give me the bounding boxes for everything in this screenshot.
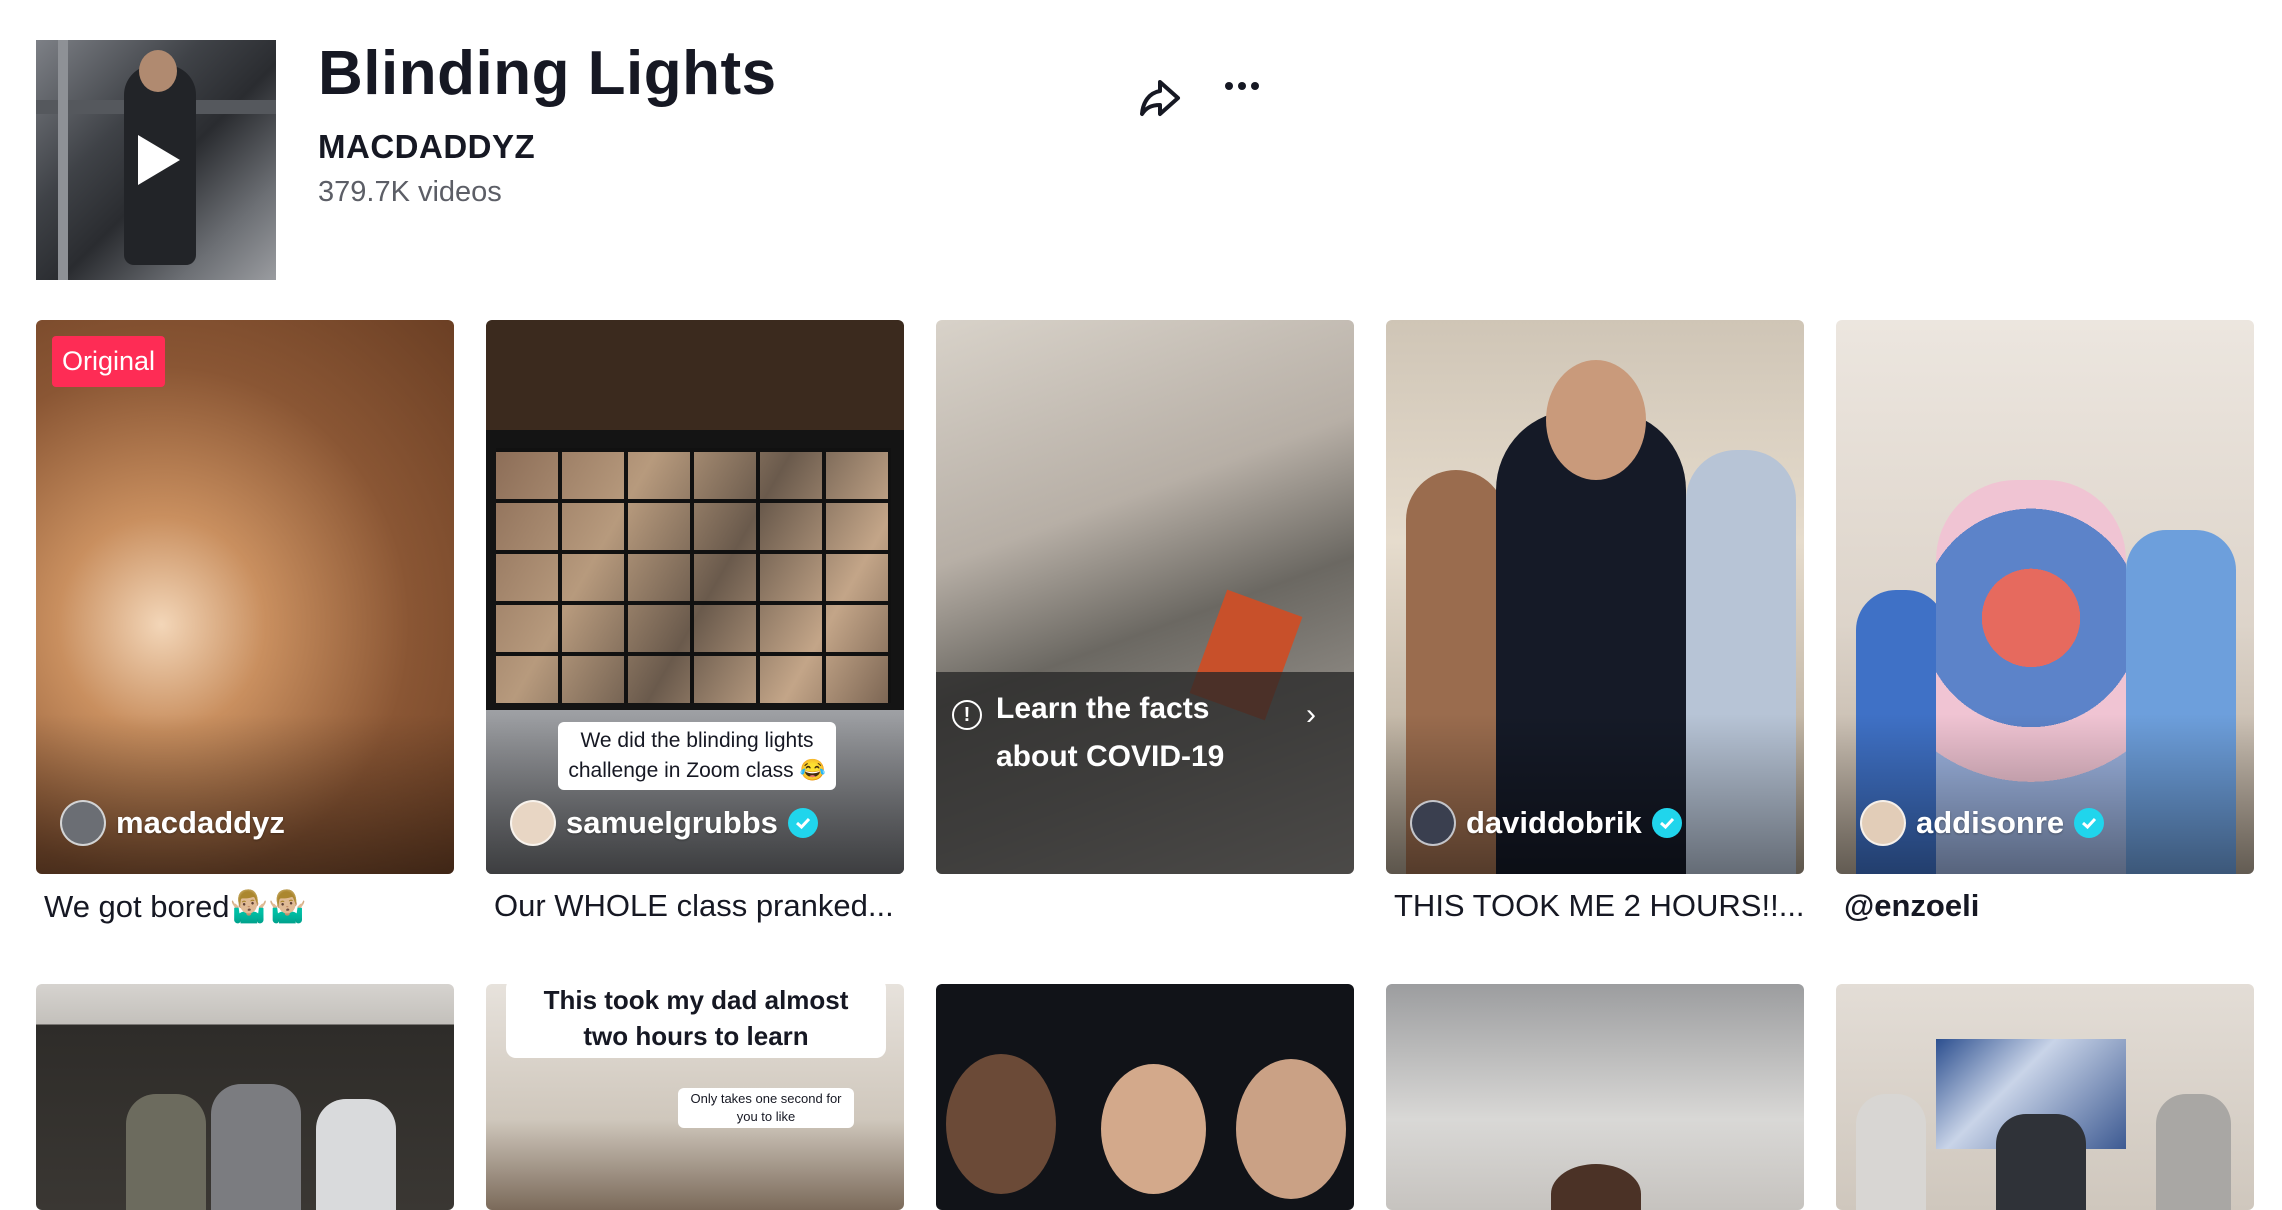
thumbnail-figure bbox=[2156, 1094, 2231, 1210]
video-thumbnail[interactable]: daviddobrik bbox=[1386, 320, 1804, 874]
sound-cover[interactable] bbox=[36, 40, 276, 280]
cover-image-detail bbox=[58, 40, 68, 280]
creator-link[interactable]: macdaddyz bbox=[60, 800, 285, 846]
creator-handle: samuelgrubbs bbox=[566, 805, 778, 840]
creator-handle: macdaddyz bbox=[116, 805, 285, 840]
thumbnail-figure-head bbox=[1101, 1064, 1206, 1194]
more-horizontal-icon bbox=[1225, 82, 1259, 90]
sound-title: Blinding Lights bbox=[318, 39, 777, 108]
sound-author[interactable]: MACDADDYZ bbox=[318, 128, 535, 166]
play-icon[interactable] bbox=[138, 135, 180, 185]
chevron-right-icon: › bbox=[1306, 698, 1316, 731]
laptop-screen bbox=[486, 430, 904, 710]
video-thumbnail[interactable] bbox=[36, 984, 454, 1210]
video-thumbnail[interactable]: We did the blinding lights challenge in … bbox=[486, 320, 904, 874]
covid-info-banner[interactable]: ! Learn the facts about COVID-19 › bbox=[936, 672, 1354, 874]
creator-link[interactable]: addisonre bbox=[1860, 800, 2105, 846]
share-button[interactable] bbox=[1126, 60, 1198, 132]
creator-handle: daviddobrik bbox=[1466, 805, 1642, 840]
video-caption[interactable]: We got bored🤷🏼‍♂️🤷🏼‍♂️ bbox=[44, 888, 454, 925]
thumbnail-figure bbox=[1856, 1094, 1926, 1210]
video-caption[interactable]: @enzoeli bbox=[1844, 888, 2254, 924]
video-count: 379.7K videos bbox=[318, 176, 502, 208]
avatar bbox=[510, 800, 556, 846]
zoom-grid bbox=[496, 448, 891, 703]
overlay-line: you to like bbox=[736, 1109, 796, 1124]
video-caption[interactable]: THIS TOOK ME 2 HOURS!!... bbox=[1394, 888, 1804, 924]
avatar bbox=[1410, 800, 1456, 846]
share-arrow-icon bbox=[1140, 80, 1180, 116]
thumbnail-shade bbox=[1386, 714, 1804, 874]
creator-handle: addisonre bbox=[1916, 805, 2065, 840]
avatar bbox=[1860, 800, 1906, 846]
thumbnail-figure-head bbox=[1236, 1059, 1346, 1199]
video-caption[interactable]: Our WHOLE class pranked... bbox=[494, 888, 904, 924]
video-thumbnail[interactable]: ! Learn the facts about COVID-19 › bbox=[936, 320, 1354, 874]
video-thumbnail[interactable]: This took my dad almost two hours to lea… bbox=[486, 984, 904, 1210]
video-overlay-text: We did the blinding lights challenge in … bbox=[558, 722, 836, 790]
video-thumbnail[interactable]: addisonre bbox=[1836, 320, 2254, 874]
more-button[interactable] bbox=[1206, 60, 1278, 132]
cover-figure-head bbox=[139, 50, 177, 92]
video-overlay-text: This took my dad almost two hours to lea… bbox=[506, 984, 886, 1058]
thumbnail-figure bbox=[211, 1084, 301, 1210]
video-thumbnail[interactable]: Original macdaddyz bbox=[36, 320, 454, 874]
thumbnail-figure bbox=[126, 1094, 206, 1210]
video-overlay-subtext: Only takes one second for you to like bbox=[678, 1088, 854, 1128]
verified-icon bbox=[2074, 808, 2105, 838]
covid-line: Learn the facts bbox=[996, 692, 1210, 725]
verified-icon bbox=[1651, 808, 1682, 838]
thumbnail-figure-head bbox=[1551, 1164, 1641, 1210]
covid-line: about COVID-19 bbox=[996, 740, 1225, 773]
thumbnail-figure-head bbox=[1546, 360, 1646, 480]
sound-header: Blinding Lights MACDADDYZ 379.7K videos bbox=[36, 39, 1278, 280]
avatar bbox=[60, 800, 106, 846]
video-thumbnail[interactable] bbox=[1386, 984, 1804, 1210]
original-badge: Original bbox=[52, 336, 166, 387]
info-icon: ! bbox=[952, 700, 982, 730]
overlay-line: Only takes one second for bbox=[690, 1091, 842, 1106]
creator-link[interactable]: daviddobrik bbox=[1410, 800, 1682, 846]
creator-link[interactable]: samuelgrubbs bbox=[510, 800, 818, 846]
video-thumbnail[interactable] bbox=[1836, 984, 2254, 1210]
thumbnail-shade bbox=[1836, 714, 2254, 874]
overlay-line: two hours to learn bbox=[583, 1021, 809, 1051]
thumbnail-figure-head bbox=[946, 1054, 1056, 1194]
thumbnail-figure bbox=[316, 1099, 396, 1210]
overlay-line: This took my dad almost bbox=[543, 985, 849, 1015]
verified-icon bbox=[787, 808, 818, 838]
video-thumbnail[interactable] bbox=[936, 984, 1354, 1210]
thumbnail-shade bbox=[36, 714, 454, 874]
thumbnail-figure bbox=[1996, 1114, 2086, 1210]
overlay-line: challenge in Zoom class 😂 bbox=[568, 759, 826, 782]
overlay-line: We did the blinding lights bbox=[580, 729, 814, 752]
